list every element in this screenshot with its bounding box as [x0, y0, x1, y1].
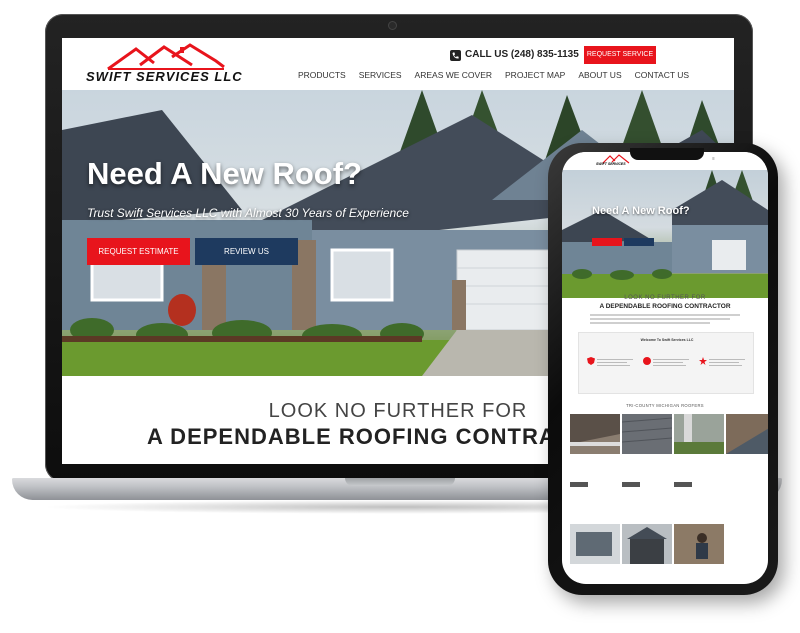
roof-logo-icon	[107, 43, 225, 71]
nav-products[interactable]: PRODUCTS	[298, 70, 346, 80]
phone-icon	[450, 50, 461, 61]
project-photo-garage	[622, 524, 672, 564]
project-photo-roof	[726, 414, 768, 454]
review-us-button[interactable]: REVIEW US	[195, 238, 298, 265]
phone-screen: SWIFT SERVICES ☰ Need A New Roof? LOOK N…	[562, 152, 768, 584]
mobile-review-us-button[interactable]	[624, 238, 654, 246]
project-photo-siding	[570, 524, 620, 564]
mobile-hero: Need A New Roof?	[562, 170, 768, 298]
badge-icon	[643, 357, 651, 365]
section-heading-bold: A DEPENDABLE ROOFING CONTRACT	[147, 424, 588, 449]
mobile-look-heading: LOOK NO FURTHER FOR	[624, 295, 706, 301]
project-photo-shingles	[622, 414, 672, 454]
site-header: SWIFT SERVICES LLC CALL US (248) 835-113…	[62, 38, 734, 90]
main-nav: PRODUCTS SERVICES AREAS WE COVER PROJECT…	[298, 70, 689, 80]
nav-areas-we-cover[interactable]: AREAS WE COVER	[415, 70, 492, 80]
learn-more-button[interactable]	[570, 482, 588, 487]
phone-notch	[630, 148, 704, 160]
learn-more-button[interactable]	[674, 482, 692, 487]
laptop-opening-notch	[345, 478, 455, 486]
nav-services[interactable]: SERVICES	[359, 70, 402, 80]
star-icon	[699, 357, 707, 365]
mobile-intro-paragraph	[590, 314, 740, 326]
mobile-house-image	[562, 170, 768, 298]
shield-icon	[587, 357, 595, 365]
project-photo-gutter	[570, 414, 620, 454]
mobile-tri-county-heading: TRI-COUNTY MICHIGAN ROOFERS	[626, 403, 704, 408]
brand-logo-text[interactable]: SWIFT SERVICES LLC	[86, 69, 243, 84]
nav-contact-us[interactable]: CONTACT US	[635, 70, 689, 80]
phone-number[interactable]: CALL US (248) 835-1135	[465, 49, 579, 60]
nav-project-map[interactable]: PROJECT MAP	[505, 70, 565, 80]
project-photo-gutter-guard	[674, 414, 724, 454]
request-estimate-button[interactable]: REQUEST ESTIMATE	[87, 238, 190, 265]
mobile-menu-icon[interactable]: ☰	[712, 157, 715, 161]
mobile-look-heading-bold: A DEPENDABLE ROOFING CONTRACTOR	[599, 303, 731, 310]
nav-about-us[interactable]: ABOUT US	[578, 70, 621, 80]
mobile-request-estimate-button[interactable]	[592, 238, 622, 246]
learn-more-button[interactable]	[622, 482, 640, 487]
mobile-welcome-title: Welcome To Swift Services LLC	[640, 338, 694, 342]
mobile-hero-title: Need A New Roof?	[592, 205, 690, 217]
request-service-button[interactable]: REQUEST SERVICE	[584, 46, 656, 64]
hero-subtitle: Trust Swift Services LLC with Almost 30 …	[87, 206, 409, 220]
hero-title: Need A New Roof?	[87, 156, 362, 191]
laptop-camera	[388, 21, 397, 30]
project-photo-worker	[674, 524, 724, 564]
mobile-brand-text[interactable]: SWIFT SERVICES	[596, 162, 626, 166]
mobile-welcome-card: Welcome To Swift Services LLC	[578, 332, 754, 394]
